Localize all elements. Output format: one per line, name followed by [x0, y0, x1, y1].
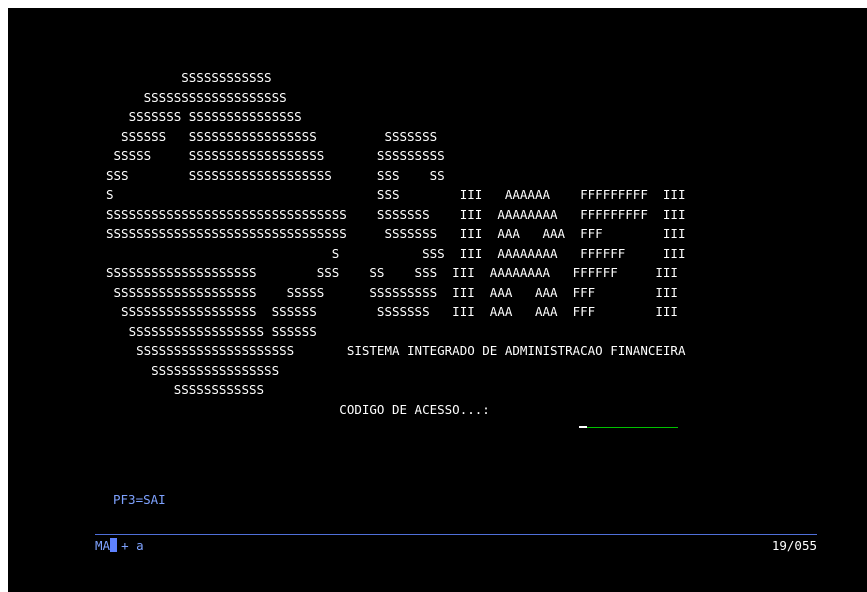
- terminal-line-3: SSSSSSS SSSSSSSSSSSSSSS: [106, 109, 302, 124]
- terminal-line-14: SSSSSSSSSSSSSSSSSS SSSSSS: [106, 323, 317, 339]
- terminal-screen: SSSSSSSSSSSS SSSSSSSSSSSSSSSSSSS SSSSSSS…: [8, 8, 867, 592]
- terminal-text: SSSSSSSSSSSS SSSSSSSSSSSSSSSSSSS SSSSSSS…: [106, 68, 685, 419]
- session-indicator: a: [136, 538, 144, 553]
- terminal-line-1: SSSSSSSSSSSS: [106, 70, 272, 85]
- terminal-line-16: SSSSSSSSSSSSSSSSS: [106, 362, 280, 378]
- terminal-line-9: SSSSSSSSSSSSSSSSSSSSSSSSSSSSSSSS SSSSSSS…: [106, 226, 686, 241]
- terminal-line-2: SSSSSSSSSSSSSSSSSSS: [106, 89, 287, 105]
- status-cursor-block: [110, 538, 118, 552]
- terminal-line-12: SSSSSSSSSSSSSSSSSSS SSSSS SSSSSSSSS III …: [106, 284, 678, 300]
- terminal-line-8: SSSSSSSSSSSSSSSSSSSSSSSSSSSSSSSS SSSSSSS…: [106, 206, 686, 222]
- mode-indicator: MA: [95, 538, 111, 553]
- terminal-line-17: SSSSSSSSSSSS: [106, 382, 265, 397]
- text-cursor: [579, 426, 587, 428]
- terminal-line-6: SSS SSSSSSSSSSSSSSSSSSS SSS SS: [106, 167, 445, 183]
- system-title: SSSSSSSSSSSSSSSSSSSSS SISTEMA INTEGRADO …: [106, 343, 686, 358]
- cursor-position: 19/055: [771, 538, 817, 553]
- status-marker: +: [121, 538, 129, 553]
- terminal-line-5: SSSSS SSSSSSSSSSSSSSSSSS SSSSSSSSS: [106, 148, 445, 163]
- status-divider: [95, 534, 817, 535]
- status-left: MA + a: [95, 538, 144, 553]
- access-code-input[interactable]: [586, 413, 678, 428]
- terminal-line-7: S SSS III AAAAAA FFFFFFFFF III: [106, 187, 686, 202]
- pf3-exit-key[interactable]: PF3=SAI: [113, 492, 166, 507]
- terminal-line-13: SSSSSSSSSSSSSSSSSS SSSSSS SSSSSSS III AA…: [106, 304, 678, 319]
- terminal-line-11: SSSSSSSSSSSSSSSSSSSS SSS SS SSS III AAAA…: [106, 265, 678, 280]
- terminal-line-4: SSSSSS SSSSSSSSSSSSSSSSS SSSSSSS: [106, 128, 438, 144]
- terminal-line-10: S SSS III AAAAAAAA FFFFFF III: [106, 245, 686, 261]
- status-bar: MA + a 19/055: [95, 538, 817, 556]
